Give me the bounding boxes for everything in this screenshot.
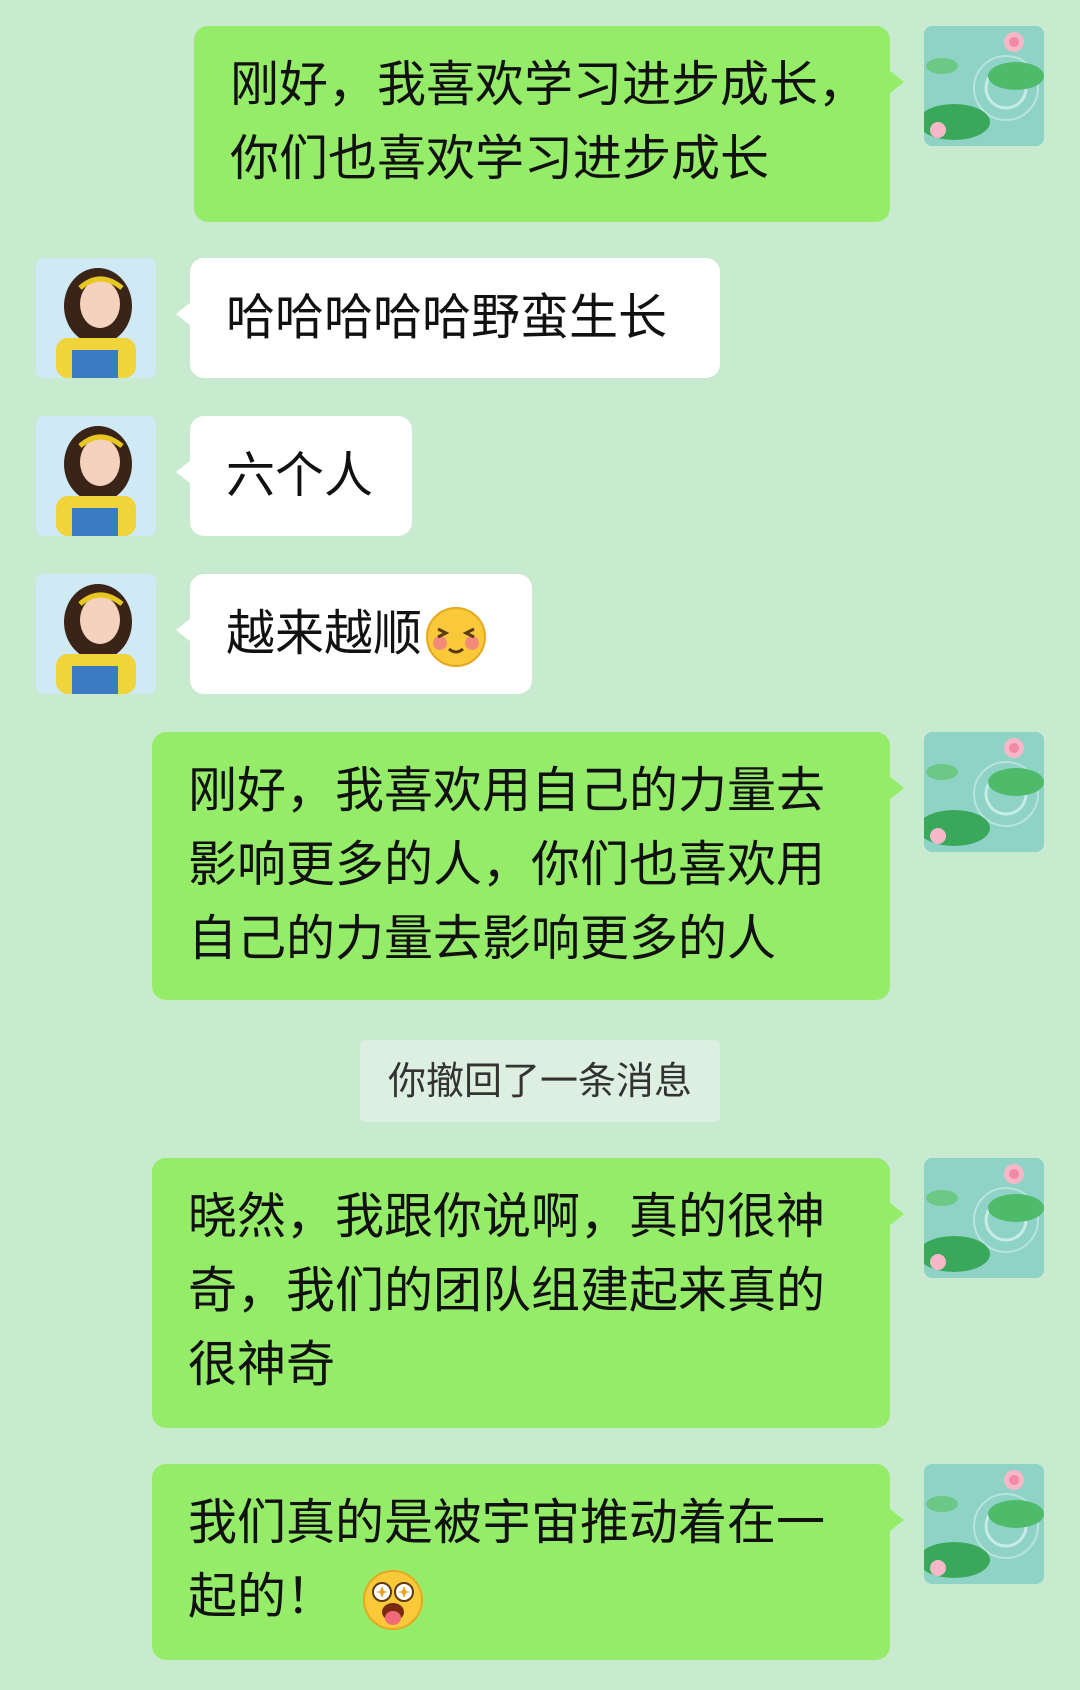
self-avatar[interactable] <box>924 26 1044 146</box>
bubble-tail <box>889 1202 904 1226</box>
shy-face-emoji-icon <box>426 606 487 667</box>
bubble-tail <box>176 302 191 326</box>
message-text: 我们真的是被宇宙推动着在一 <box>188 1494 826 1551</box>
contact-avatar[interactable] <box>36 258 156 378</box>
lotus-pond-avatar-icon <box>924 732 1044 852</box>
contact-avatar[interactable] <box>36 416 156 536</box>
girl-portrait-avatar-icon <box>36 416 156 536</box>
message-bubble[interactable]: 越来越顺 <box>176 574 532 694</box>
self-avatar[interactable] <box>924 732 1044 852</box>
lotus-pond-avatar-icon <box>924 1464 1044 1584</box>
message-text: 自己的力量去影响更多的人 <box>188 910 777 967</box>
message-text: 奇，我们的团队组建起来真的 <box>188 1262 826 1319</box>
message-text: 六个人 <box>226 447 374 504</box>
message-bubble[interactable]: 哈哈哈哈哈野蛮生长 <box>176 258 720 378</box>
lotus-pond-avatar-icon <box>924 26 1044 146</box>
contact-avatar[interactable] <box>36 574 156 694</box>
girl-portrait-avatar-icon <box>36 258 156 378</box>
message-text: 影响更多的人，你们也喜欢用 <box>188 836 826 893</box>
message-text: 越来越顺 <box>226 605 423 662</box>
message-bubble[interactable]: 我们真的是被宇宙推动着在一 起的！ <box>152 1464 904 1660</box>
message-bubble[interactable]: 晓然，我跟你说啊，真的很神 奇，我们的团队组建起来真的 很神奇 <box>152 1158 904 1428</box>
message-bubble[interactable]: 刚好，我喜欢学习进步成长， 你们也喜欢学习进步成长 <box>194 26 904 222</box>
lotus-pond-avatar-icon <box>924 1158 1044 1278</box>
message-text: 起的！ <box>188 1568 336 1625</box>
starry-eyed-tongue-emoji-icon <box>363 1569 424 1630</box>
bubble-tail <box>176 618 191 642</box>
bubble-tail <box>176 460 191 484</box>
girl-portrait-avatar-icon <box>36 574 156 694</box>
message-bubble[interactable]: 六个人 <box>176 416 412 536</box>
recall-notice: 你撤回了一条消息 <box>360 1040 720 1122</box>
bubble-tail <box>889 1508 904 1532</box>
message-text: 晓然，我跟你说啊，真的很神 <box>188 1188 826 1245</box>
message-bubble[interactable]: 刚好，我喜欢用自己的力量去 影响更多的人，你们也喜欢用 自己的力量去影响更多的人 <box>152 732 904 1000</box>
message-text: 很神奇 <box>188 1336 336 1393</box>
message-text: 哈哈哈哈哈野蛮生长 <box>226 289 668 346</box>
self-avatar[interactable] <box>924 1158 1044 1278</box>
message-text: 刚好，我喜欢学习进步成长， <box>230 56 868 113</box>
message-text: 刚好，我喜欢用自己的力量去 <box>188 762 826 819</box>
bubble-tail <box>889 70 904 94</box>
bubble-tail <box>889 776 904 800</box>
self-avatar[interactable] <box>924 1464 1044 1584</box>
message-text: 你们也喜欢学习进步成长 <box>230 130 770 187</box>
